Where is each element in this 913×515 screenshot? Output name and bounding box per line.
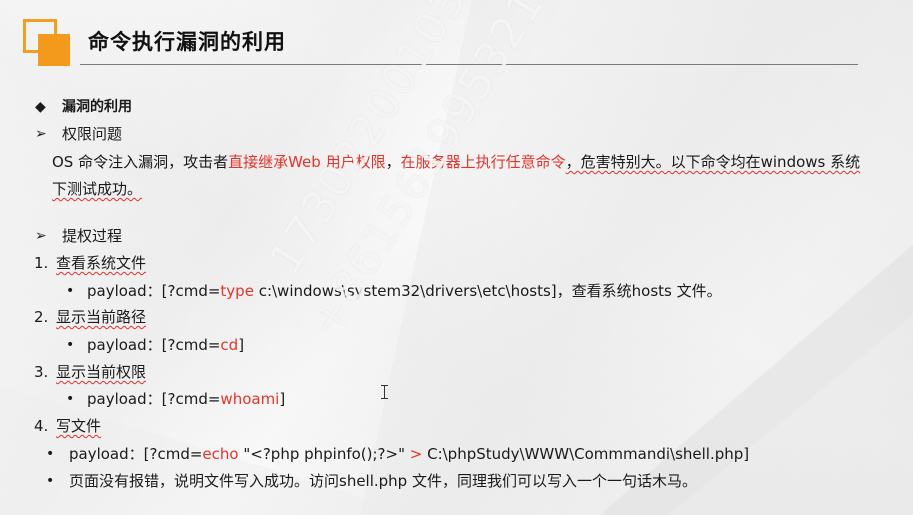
step-number: 4. xyxy=(34,417,49,435)
bullet-dot-icon: • xyxy=(46,473,55,489)
step-label: 显示当前路径 xyxy=(56,307,146,327)
slide-title: 命令执行漏洞的利用 xyxy=(88,30,286,54)
step-label: 显示当前权限 xyxy=(56,362,146,382)
bullet-dot-icon: • xyxy=(46,446,55,462)
text-span: 查看系统文件 xyxy=(56,254,147,272)
logo-filled-square xyxy=(38,34,70,66)
text-span: payload：[?cmd= xyxy=(87,390,221,408)
permission-paragraph-line2: 下测试成功。 xyxy=(52,179,142,199)
permission-paragraph-line1: OS 命令注入漏洞，攻击者直接继承Web 用户权限，在服务器上执行任意命令，危害… xyxy=(52,152,860,172)
text-span: payload：[?cmd= xyxy=(87,336,221,354)
step-label: 写文件 xyxy=(56,416,101,436)
step-label: 查看系统文件 xyxy=(56,253,146,273)
command-text: type xyxy=(220,282,254,300)
text-span: payload：[?cmd= xyxy=(69,445,203,463)
text-span: C:\phpStudy\WWW\Commmandi\shell.php] xyxy=(422,445,750,463)
step-number: 3. xyxy=(34,363,49,381)
highlight-text: 直接继承Web 用户权限 xyxy=(228,153,386,171)
slide-canvas: 命令执行漏洞的利用 ◆ 漏洞的利用 ➢ 权限问题 OS 命令注入漏洞，攻击者直接… xyxy=(0,0,913,515)
text-span: "<?php phpinfo();?>" xyxy=(238,445,410,463)
step-payload: payload：[?cmd=cd] xyxy=(87,335,244,355)
escalation-heading: 提权过程 xyxy=(62,227,123,245)
text-span: payload：[?cmd= xyxy=(87,282,221,300)
arrow-bullet-icon: ➢ xyxy=(35,126,47,142)
title-divider xyxy=(80,64,858,65)
command-text: cd xyxy=(220,336,239,354)
step-number: 1. xyxy=(34,254,49,272)
bullet-dot-icon: • xyxy=(66,283,75,299)
text-span: 下测试成功。 xyxy=(52,180,143,198)
step-payload: payload：[?cmd=type c:\windows\system32\d… xyxy=(87,281,722,301)
bullet-dot-icon: • xyxy=(66,391,75,407)
text-span: ，危害特别大。以下命令均在windows 系统 xyxy=(565,153,861,171)
text-span: ] xyxy=(238,336,245,354)
text-span: OS 命令注入漏洞，攻击者 xyxy=(52,153,229,171)
step-number: 2. xyxy=(34,308,49,326)
arrow-bullet-icon: ➢ xyxy=(35,228,47,244)
text-span: 写文件 xyxy=(56,417,102,435)
title-logo-icon xyxy=(23,19,71,67)
section-heading: 漏洞的利用 xyxy=(62,99,132,115)
watermark-text: 17302200103卜乐凡 xyxy=(259,0,551,283)
text-span: 显示当前路径 xyxy=(56,308,147,326)
step-payload: payload：[?cmd=whoami] xyxy=(87,389,285,409)
command-text: echo xyxy=(202,445,239,463)
write-payload: payload：[?cmd=echo "<?php phpinfo();?>" … xyxy=(69,444,749,464)
diamond-bullet-icon: ◆ xyxy=(35,99,46,115)
text-span: 显示当前权限 xyxy=(56,363,147,381)
background-facet xyxy=(360,0,913,515)
bullet-dot-icon: • xyxy=(66,337,75,353)
text-span: ， xyxy=(385,153,401,171)
write-note: 页面没有报错，说明文件写入成功。访问shell.php 文件，同理我们可以写入一… xyxy=(69,472,697,490)
text-span: ] xyxy=(279,390,286,408)
text-cursor-icon xyxy=(381,385,388,399)
text-span: c:\windows\system32\drivers\etc\hosts]，查… xyxy=(253,282,722,300)
command-text: whoami xyxy=(220,390,280,408)
highlight-text: 在服务器上执行任意命令 xyxy=(400,153,566,171)
command-text: > xyxy=(409,445,423,463)
permission-heading: 权限问题 xyxy=(62,125,123,143)
